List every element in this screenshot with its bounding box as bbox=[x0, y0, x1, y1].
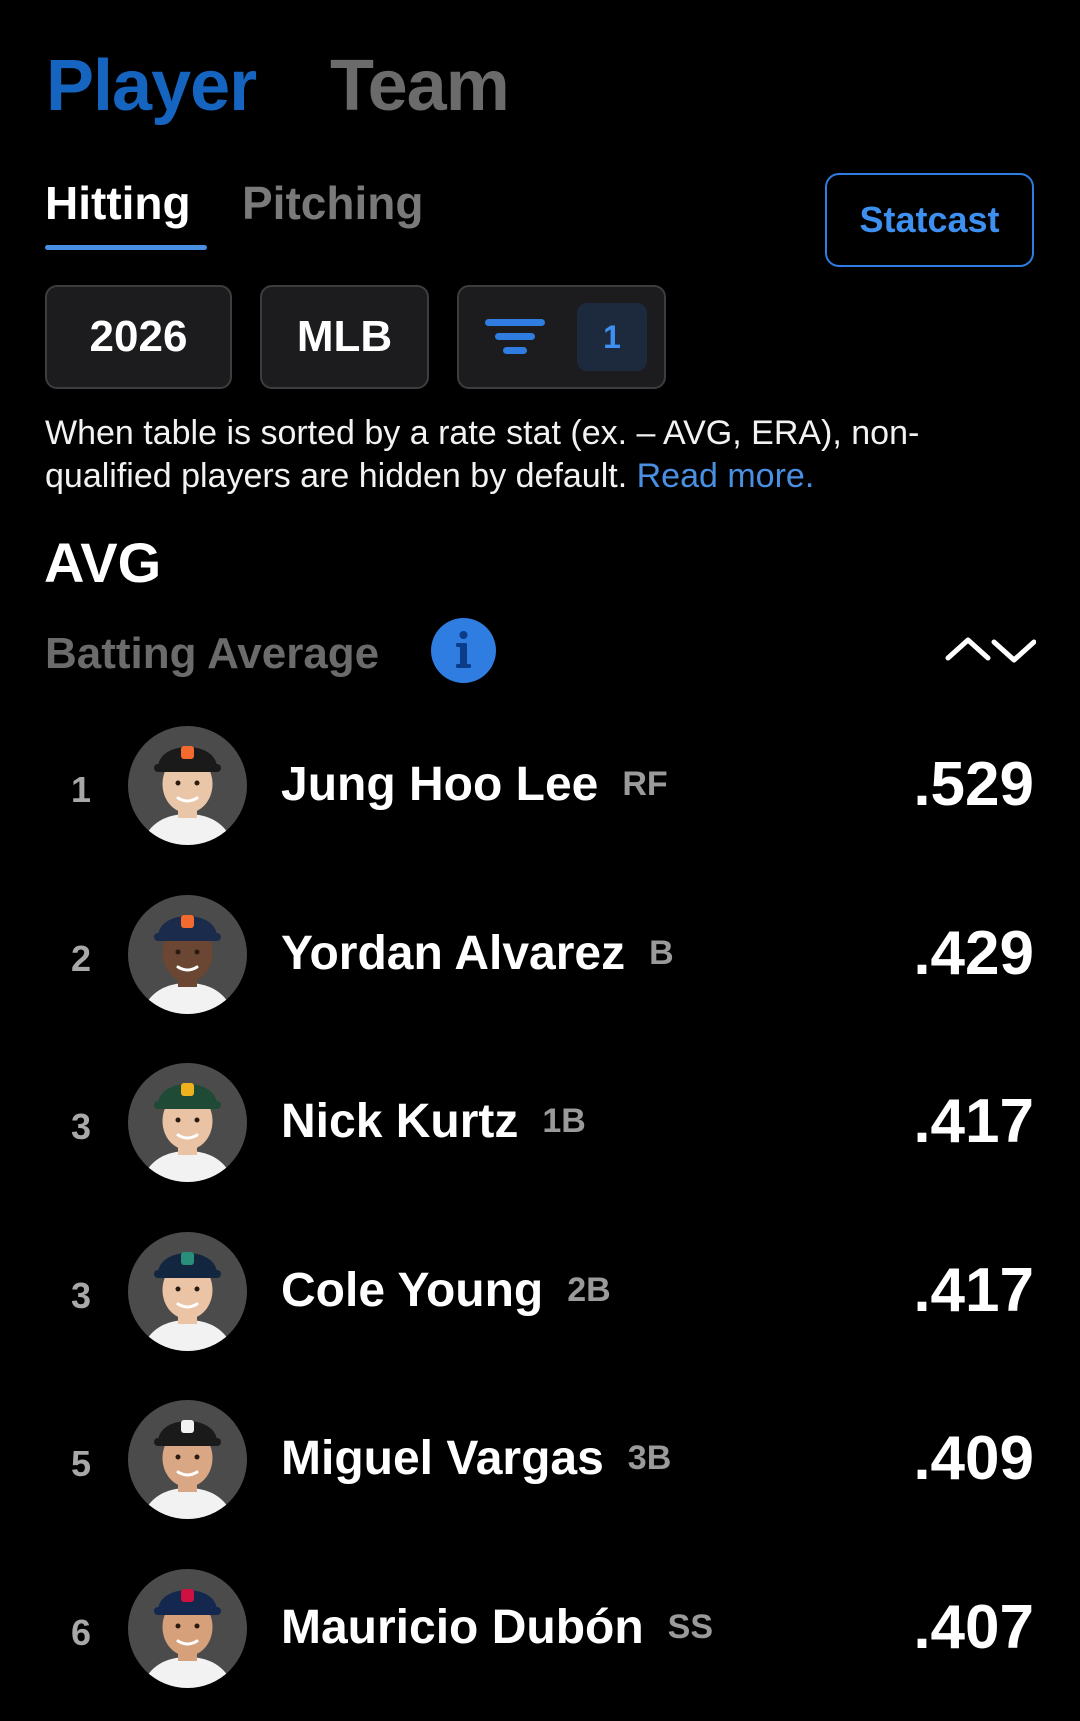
player-headshot bbox=[128, 894, 247, 1014]
player-name-line[interactable]: Cole Young 2B bbox=[281, 1264, 611, 1317]
player-row[interactable]: 1 Jung Hoo Lee RF .529 bbox=[0, 710, 1080, 878]
player-headshot bbox=[128, 1568, 247, 1688]
player-name-line[interactable]: Nick Kurtz 1B bbox=[281, 1098, 586, 1146]
filter-button[interactable]: 1 bbox=[457, 285, 666, 389]
player-name-line[interactable]: Miguel Vargas 3B bbox=[281, 1435, 671, 1483]
player-name-line[interactable]: Mauricio Dubón SS bbox=[281, 1601, 714, 1654]
statcast-button[interactable]: Statcast bbox=[825, 173, 1034, 267]
player-row[interactable]: 3 Cole Young 2B .417 bbox=[0, 1216, 1080, 1384]
player-headshot bbox=[128, 726, 247, 845]
player-name[interactable]: Mauricio Dubón bbox=[281, 1601, 644, 1654]
player-row[interactable]: 5 Miguel Vargas 3B .409 bbox=[0, 1384, 1080, 1552]
read-more-link[interactable]: Read more. bbox=[637, 457, 815, 495]
filter-icon bbox=[485, 319, 545, 354]
player-name-line[interactable]: Jung Hoo Lee RF bbox=[281, 761, 668, 809]
tab-team[interactable]: Team bbox=[330, 50, 510, 122]
player-name[interactable]: Nick Kurtz bbox=[281, 1095, 518, 1148]
player-rank: 5 bbox=[70, 1443, 92, 1484]
tab-pitching[interactable]: Pitching bbox=[242, 180, 423, 226]
player-position: RF bbox=[622, 765, 668, 803]
player-name[interactable]: Miguel Vargas bbox=[281, 1432, 604, 1485]
player-stat-value: .417 bbox=[913, 1255, 1034, 1325]
player-position: SS bbox=[667, 1607, 714, 1646]
active-tab-indicator bbox=[45, 245, 207, 250]
player-position: B bbox=[649, 933, 674, 972]
player-name[interactable]: Yordan Alvarez bbox=[281, 927, 625, 980]
player-rank: 6 bbox=[70, 1611, 92, 1653]
player-rank: 3 bbox=[70, 1274, 92, 1316]
player-name[interactable]: Cole Young bbox=[281, 1264, 543, 1317]
player-stat-value: .429 bbox=[913, 918, 1034, 988]
season-selector[interactable]: 2026 bbox=[45, 285, 232, 389]
player-headshot bbox=[128, 1063, 247, 1182]
player-name[interactable]: Jung Hoo Lee bbox=[281, 758, 598, 811]
player-position: 1B bbox=[542, 1102, 586, 1140]
player-stat-value: .529 bbox=[913, 750, 1034, 819]
player-stat-value: .407 bbox=[913, 1592, 1034, 1662]
sort-toggle-icon[interactable] bbox=[944, 632, 1036, 668]
qualification-notice: When table is sorted by a rate stat (ex.… bbox=[45, 412, 1035, 498]
player-headshot bbox=[128, 1400, 247, 1519]
player-position: 3B bbox=[627, 1439, 672, 1477]
player-rank: 2 bbox=[70, 937, 92, 979]
league-selector[interactable]: MLB bbox=[260, 285, 429, 389]
player-stat-value: .409 bbox=[913, 1424, 1034, 1493]
tab-player[interactable]: Player bbox=[46, 50, 257, 122]
player-rank: 1 bbox=[70, 769, 92, 810]
info-icon[interactable] bbox=[431, 618, 496, 683]
player-row[interactable]: 6 Mauricio Dubón SS .407 bbox=[0, 1553, 1080, 1721]
player-position: 2B bbox=[567, 1270, 611, 1309]
player-headshot bbox=[128, 1231, 247, 1351]
player-row[interactable]: 2 Yordan Alvarez B .429 bbox=[0, 879, 1080, 1047]
player-rank: 3 bbox=[70, 1106, 92, 1147]
stat-abbreviation: AVG bbox=[44, 531, 162, 594]
filter-count-badge: 1 bbox=[577, 303, 647, 371]
player-row[interactable]: 3 Nick Kurtz 1B .417 bbox=[0, 1047, 1080, 1215]
player-stat-value: .417 bbox=[913, 1087, 1034, 1156]
stat-full-name: Batting Average bbox=[45, 629, 380, 678]
tab-hitting[interactable]: Hitting bbox=[45, 180, 191, 226]
player-name-line[interactable]: Yordan Alvarez B bbox=[281, 927, 674, 980]
